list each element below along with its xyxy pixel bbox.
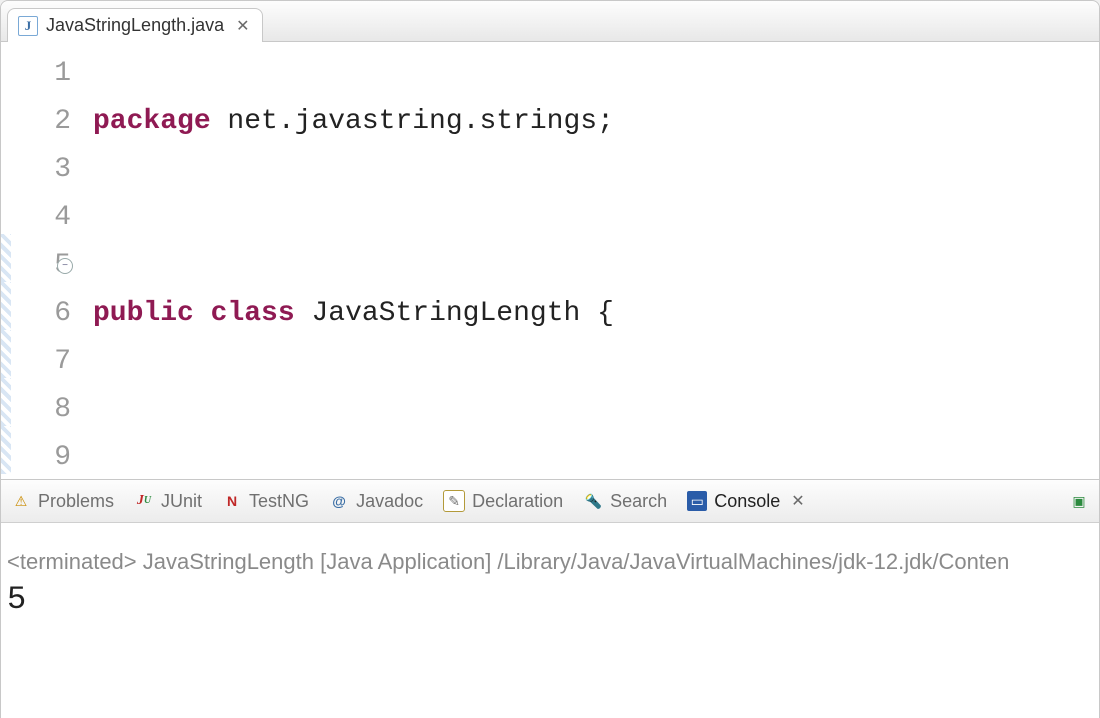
tab-declaration[interactable]: ✎ Declaration	[443, 490, 563, 512]
javadoc-icon: @	[329, 491, 349, 511]
tab-problems[interactable]: ⚠ Problems	[11, 491, 114, 512]
code-area[interactable]: 1 2 3 4 5− 6 7 8 9 package net.javastrin…	[1, 42, 1099, 479]
console-body[interactable]: <terminated> JavaStringLength [Java Appl…	[1, 523, 1099, 718]
line-number: 9	[11, 434, 71, 479]
close-icon[interactable]: ✕	[791, 491, 804, 511]
fold-icon[interactable]: −	[57, 258, 73, 274]
tab-console[interactable]: ▭ Console ✕	[687, 491, 804, 512]
tab-javadoc[interactable]: @ Javadoc	[329, 491, 423, 512]
console-output: 5	[7, 582, 1093, 618]
line-number: 1	[11, 50, 71, 98]
console-icon: ▭	[687, 491, 707, 511]
editor-pane: J JavaStringLength.java ✕ 1 2 3 4 5− 6 7…	[0, 0, 1100, 480]
line-number: 6	[11, 290, 71, 338]
line-number: 4	[11, 194, 71, 242]
line-number: 7	[11, 338, 71, 386]
editor-tab-title: JavaStringLength.java	[46, 15, 224, 36]
tab-junit[interactable]: JU JUnit	[134, 491, 202, 512]
line-number: 5−	[11, 242, 71, 290]
line-number-gutter: 1 2 3 4 5− 6 7 8 9	[11, 42, 83, 479]
views-tab-bar: ⚠ Problems JU JUnit N TestNG @ Javadoc ✎…	[1, 480, 1099, 523]
problems-icon: ⚠	[11, 491, 31, 511]
line-number: 3	[11, 146, 71, 194]
java-file-icon: J	[18, 16, 38, 36]
junit-icon: JU	[134, 491, 154, 511]
pin-console-icon[interactable]: ▣	[1069, 491, 1089, 511]
editor-tab-bar: J JavaStringLength.java ✕	[1, 1, 1099, 42]
close-icon[interactable]: ✕	[236, 16, 249, 36]
folding-strip	[1, 42, 11, 479]
line-number: 8	[11, 386, 71, 434]
search-icon: 🔦	[583, 491, 603, 511]
console-run-header: <terminated> JavaStringLength [Java Appl…	[7, 547, 1093, 578]
code-text[interactable]: package net.javastring.strings; public c…	[83, 42, 1099, 479]
editor-tab[interactable]: J JavaStringLength.java ✕	[7, 8, 263, 42]
tab-testng[interactable]: N TestNG	[222, 491, 309, 512]
bottom-pane: ⚠ Problems JU JUnit N TestNG @ Javadoc ✎…	[0, 480, 1100, 718]
testng-icon: N	[222, 491, 242, 511]
declaration-icon: ✎	[443, 490, 465, 512]
tab-search[interactable]: 🔦 Search	[583, 491, 667, 512]
line-number: 2	[11, 98, 71, 146]
